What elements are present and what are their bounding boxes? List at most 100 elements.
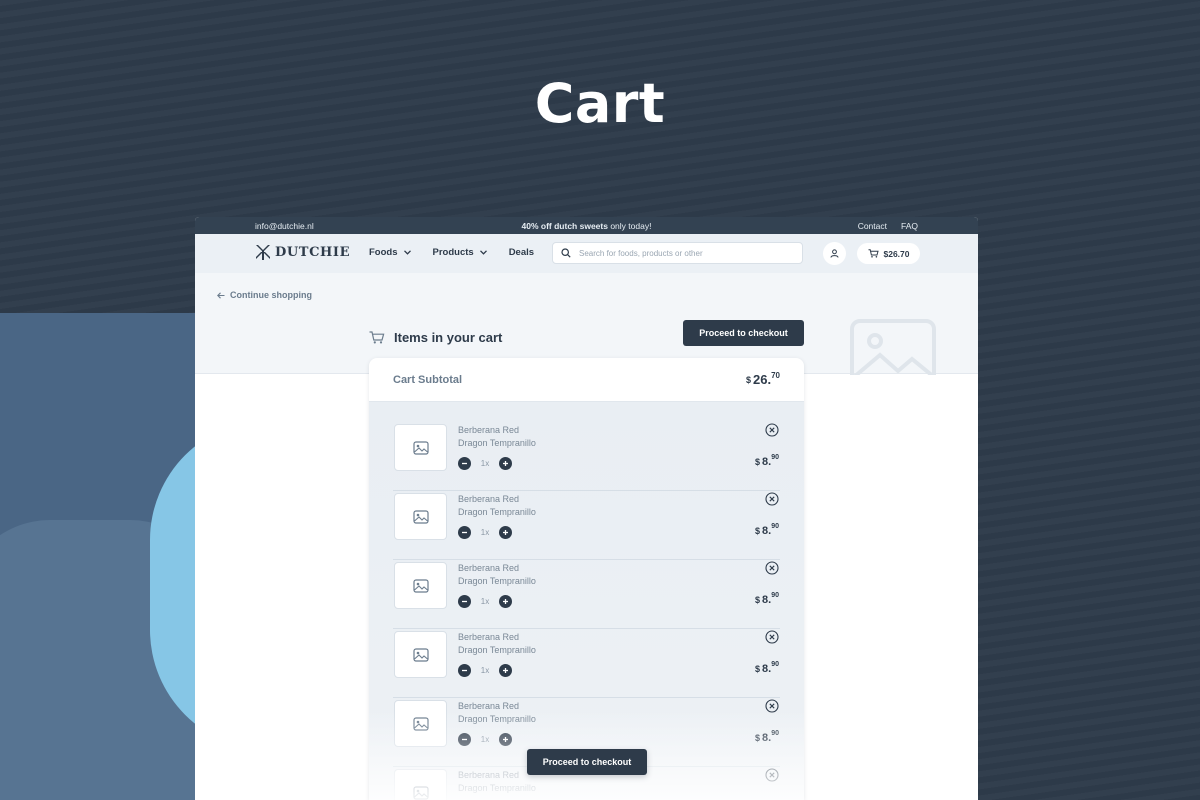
quantity-stepper: 1x [458,526,512,539]
nav-item-foods[interactable]: Foods [369,247,411,258]
quantity-value: 1x [480,666,490,675]
increase-quantity-button[interactable] [499,526,512,539]
quantity-stepper: 1x [458,733,512,746]
product-thumbnail[interactable] [394,424,447,471]
nav-item-label: Deals [508,247,535,258]
search-input[interactable] [579,248,779,258]
product-name-line2: Dragon Tempranillo [458,438,536,448]
quantity-value: 1x [480,459,490,468]
cart-item: Berberana Red Dragon Tempranillo 1x $ 8.… [393,422,780,491]
cart-item: Berberana Red Dragon Tempranillo 1x $ 8.… [393,629,780,698]
increase-quantity-button[interactable] [499,595,512,608]
product-name[interactable]: Berberana Red Dragon Tempranillo [458,493,598,519]
price-cents: 70 [771,371,780,380]
product-name-line1: Berberana Red [458,494,520,504]
quantity-stepper: 1x [458,664,512,677]
image-placeholder-icon [850,319,936,375]
plus-icon [503,530,508,535]
product-name-line2: Dragon Tempranillo [458,576,536,586]
plus-icon [503,599,508,604]
search-box[interactable] [552,242,803,264]
currency-symbol: $ [755,457,761,467]
image-placeholder-icon [412,785,429,800]
chevron-down-icon [479,250,487,255]
nav-item-deals[interactable]: Deals [509,247,534,258]
arrow-left-icon [217,291,225,299]
plus-icon [503,461,508,466]
close-circle-icon[interactable] [765,423,779,437]
account-button[interactable] [823,242,846,265]
cart-subtotal-price: $ 26. 70 [746,371,780,387]
product-name-line1: Berberana Red [458,632,520,642]
cart-items-list: Berberana Red Dragon Tempranillo 1x $ 8.… [369,402,804,800]
increase-quantity-button[interactable] [499,457,512,470]
cart-card: Cart Subtotal $ 26. 70 Berberana Red Dra… [369,358,804,800]
cart-button[interactable]: $26.70 [857,243,920,264]
item-price: $ 8. 90 [755,661,779,675]
product-thumbnail[interactable] [394,700,447,747]
image-placeholder-icon [412,509,429,524]
top-bar: info@dutchie.nl 40% off dutch sweets onl… [195,217,978,234]
nav-item-label: Products [432,247,474,258]
proceed-to-checkout-button[interactable]: Proceed to checkout [683,320,804,346]
product-name[interactable]: Berberana Red Dragon Tempranillo [458,424,598,450]
increase-quantity-button[interactable] [499,733,512,746]
close-circle-icon[interactable] [765,561,779,575]
product-name-line2: Dragon Tempranillo [458,714,536,724]
price-main: 8. [762,732,772,744]
search-icon [561,248,571,258]
image-placeholder-icon [412,440,429,455]
item-price: $ 8. 90 [755,730,779,744]
minus-icon [462,462,467,465]
brand-name: DUTCHIE [275,244,351,260]
product-name[interactable]: Berberana Red Dragon Tempranillo [458,631,598,657]
close-circle-icon[interactable] [765,699,779,713]
product-thumbnail[interactable] [394,631,447,678]
product-name[interactable]: Berberana Red Dragon Tempranillo [458,700,598,726]
decrease-quantity-button[interactable] [458,526,471,539]
currency-symbol: $ [755,664,761,674]
product-name-line2: Dragon Tempranillo [458,645,536,655]
decrease-quantity-button[interactable] [458,595,471,608]
cart-subtotal-row: Cart Subtotal $ 26. 70 [369,358,804,402]
price-main: 8. [762,456,772,468]
currency-symbol: $ [755,595,761,605]
nav-item-label: Foods [369,247,398,258]
close-circle-icon[interactable] [765,630,779,644]
cart-item: Berberana Red Dragon Tempranillo 1x $ 8.… [393,491,780,560]
image-placeholder-icon [412,578,429,593]
product-name[interactable]: Berberana Red Dragon Tempranillo [458,562,598,588]
page-title: Cart [534,72,666,135]
cart-heading-label: Items in your cart [394,330,503,345]
continue-shopping-label: Continue shopping [230,290,312,300]
item-price: $ 8. 90 [755,454,779,468]
increase-quantity-button[interactable] [499,664,512,677]
price-cents: 90 [771,523,779,530]
contact-link[interactable]: Contact [858,221,887,231]
brand-logo[interactable]: DUTCHIE [255,244,350,260]
product-thumbnail[interactable] [394,769,447,800]
close-circle-icon[interactable] [765,492,779,506]
cart-icon [868,249,879,258]
product-name-line1: Berberana Red [458,563,520,573]
price-cents: 90 [771,454,779,461]
decrease-quantity-button[interactable] [458,457,471,470]
cart-heading: Items in your cart [369,330,502,345]
nav-item-products[interactable]: Products [433,247,487,258]
currency-symbol: $ [746,375,752,385]
product-thumbnail[interactable] [394,493,447,540]
promo-bold: 40% off dutch sweets [521,220,608,231]
product-thumbnail[interactable] [394,562,447,609]
decrease-quantity-button[interactable] [458,733,471,746]
close-circle-icon[interactable] [765,768,779,782]
faq-link[interactable]: FAQ [901,221,918,231]
continue-shopping-link[interactable]: Continue shopping [217,290,312,300]
price-main: 8. [762,594,772,606]
decrease-quantity-button[interactable] [458,664,471,677]
floating-checkout-button[interactable]: Proceed to checkout [527,749,647,775]
main-menu: Foods Products Deals [369,247,534,258]
user-icon [830,249,839,258]
plus-icon [503,668,508,673]
navbar: DUTCHIE Foods Products Deals $26.70 [195,234,978,273]
cart-subtotal-label: Cart Subtotal [393,373,463,386]
